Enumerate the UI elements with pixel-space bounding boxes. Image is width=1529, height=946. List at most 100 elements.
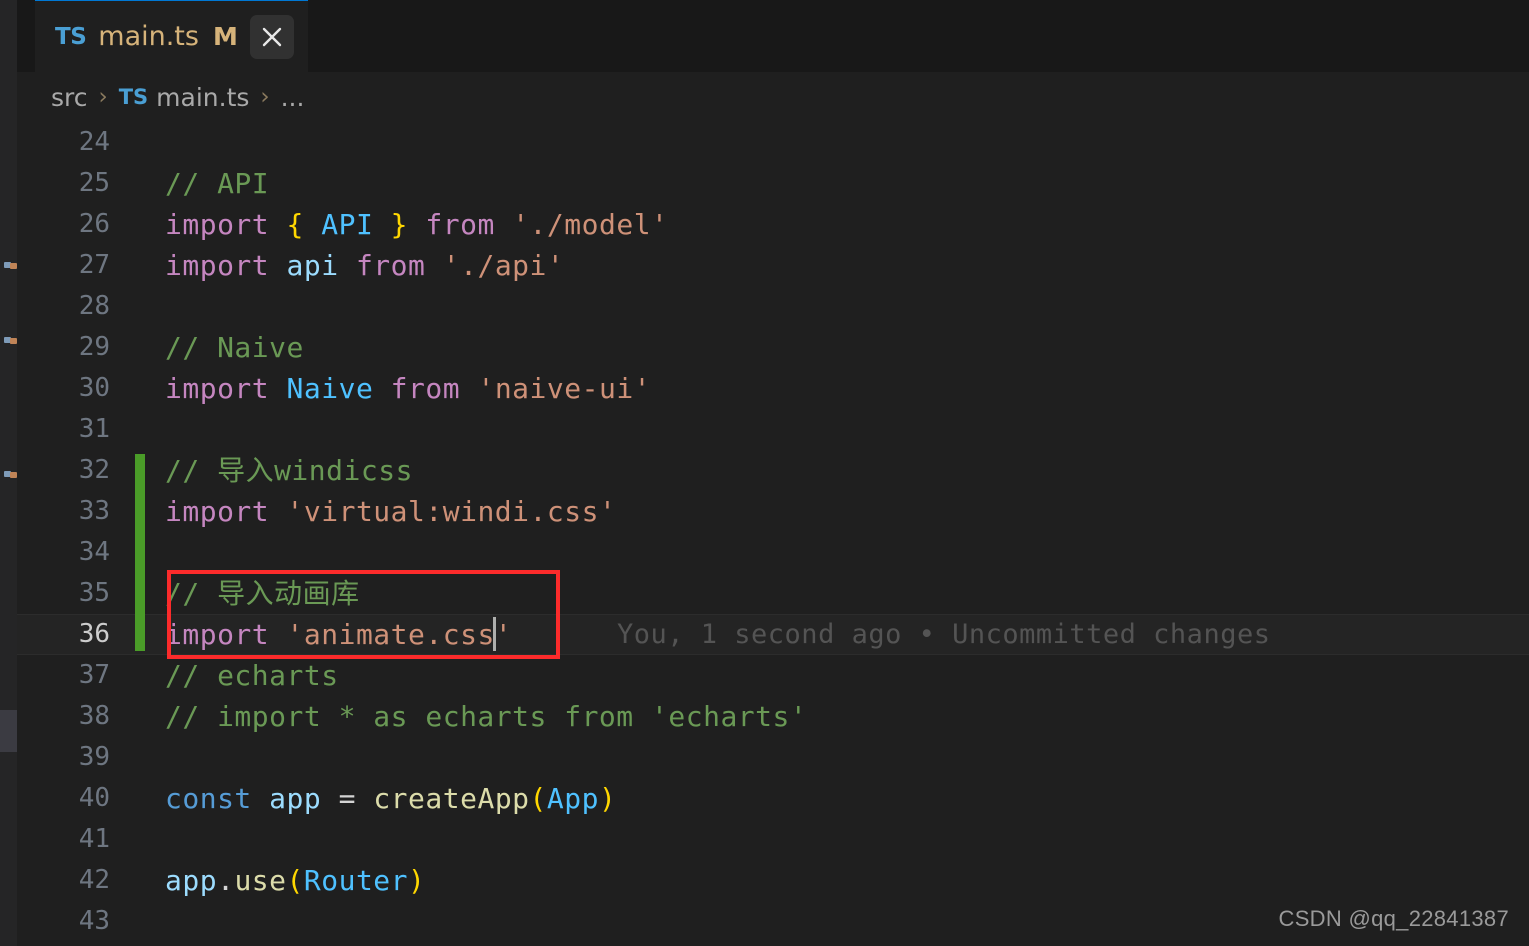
code-line[interactable]: 42 app.use(Router) bbox=[17, 860, 1529, 901]
line-number: 26 bbox=[78, 209, 110, 239]
code-line[interactable]: 26 import { API } from './model' bbox=[17, 204, 1529, 245]
line-number: 32 bbox=[78, 455, 110, 485]
code-line-text: // Naive bbox=[165, 327, 304, 368]
code-token: API bbox=[321, 208, 374, 241]
code-line-text: import { API } from './model' bbox=[165, 204, 668, 245]
vertical-scrollbar-thumb[interactable] bbox=[0, 710, 17, 752]
code-token: ( bbox=[529, 782, 547, 815]
tab-title: main.ts bbox=[98, 21, 199, 52]
code-token: 'virtual:windi.css' bbox=[286, 495, 617, 528]
code-token: Router bbox=[303, 864, 409, 897]
code-line[interactable]: 34 bbox=[17, 532, 1529, 573]
code-line-text: import 'animate.css' bbox=[165, 614, 512, 655]
vscode-window: TS main.ts M src › TS main.ts › ... 24 25… bbox=[0, 0, 1529, 946]
code-line[interactable]: 36 import 'animate.css' You, 1 second ago … bbox=[17, 614, 1529, 655]
code-token: from bbox=[373, 372, 478, 405]
code-line[interactable]: 33 import 'virtual:windi.css' bbox=[17, 491, 1529, 532]
code-token: api bbox=[286, 249, 339, 282]
line-number: 28 bbox=[78, 291, 110, 321]
tab-modified-badge: M bbox=[212, 22, 238, 51]
typescript-file-icon: TS bbox=[55, 23, 87, 50]
code-lines[interactable]: 24 25 // API 26 import { API } from './model… bbox=[17, 122, 1529, 942]
code-token: app bbox=[269, 782, 322, 815]
breadcrumb-item-symbol[interactable]: ... bbox=[281, 83, 305, 112]
minimap-marker bbox=[10, 472, 17, 478]
code-line[interactable]: 38 // import * as echarts from 'echarts' bbox=[17, 696, 1529, 737]
code-token: // 导入windicss bbox=[165, 454, 413, 487]
chevron-right-icon: › bbox=[98, 84, 108, 110]
code-line-text: import Naive from 'naive-ui' bbox=[165, 368, 651, 409]
code-token: ) bbox=[408, 864, 426, 897]
code-token: createApp bbox=[373, 782, 530, 815]
editor-tab-bar: TS main.ts M bbox=[17, 0, 1529, 73]
editor-scrollbar-strip[interactable] bbox=[0, 0, 17, 946]
tab-main-ts[interactable]: TS main.ts M bbox=[35, 0, 308, 72]
breadcrumb: src › TS main.ts › ... bbox=[17, 72, 1529, 122]
line-number: 41 bbox=[78, 824, 110, 854]
code-token: // echarts bbox=[165, 659, 339, 692]
code-token: // API bbox=[165, 167, 270, 200]
line-number: 39 bbox=[78, 742, 110, 772]
line-number: 30 bbox=[78, 373, 110, 403]
code-token: from bbox=[408, 208, 513, 241]
code-line[interactable]: 28 bbox=[17, 286, 1529, 327]
code-line-text: // 导入windicss bbox=[165, 450, 413, 491]
code-editor[interactable]: 24 25 // API 26 import { API } from './model… bbox=[17, 122, 1529, 946]
code-token: ' bbox=[494, 618, 513, 651]
code-token: ( bbox=[286, 864, 304, 897]
code-token: 'animate.css bbox=[286, 618, 495, 651]
breadcrumb-item-folder[interactable]: src bbox=[51, 83, 88, 112]
minimap-marker bbox=[10, 338, 17, 344]
code-line[interactable]: 27 import api from './api' bbox=[17, 245, 1529, 286]
code-token: = bbox=[321, 782, 374, 815]
line-number: 27 bbox=[78, 250, 110, 280]
typescript-file-icon: TS bbox=[118, 85, 149, 109]
line-number: 36 bbox=[78, 619, 110, 649]
code-line[interactable]: 25 // API bbox=[17, 163, 1529, 204]
code-line[interactable]: 37 // echarts bbox=[17, 655, 1529, 696]
code-token: App bbox=[546, 782, 599, 815]
line-number: 33 bbox=[78, 496, 110, 526]
code-token: 'naive-ui' bbox=[477, 372, 652, 405]
code-token: { bbox=[286, 208, 322, 241]
code-token: ) bbox=[598, 782, 617, 815]
watermark: CSDN @qq_22841387 bbox=[1278, 906, 1509, 931]
line-number: 42 bbox=[78, 865, 110, 895]
breadcrumb-item-file[interactable]: main.ts bbox=[156, 83, 249, 112]
code-token: import bbox=[165, 618, 287, 651]
code-token: } bbox=[373, 208, 409, 241]
code-line[interactable]: 40 const app = createApp(App) bbox=[17, 778, 1529, 819]
git-blame-annotation[interactable]: You, 1 second ago • Uncommitted changes bbox=[617, 614, 1270, 655]
code-token: const bbox=[165, 782, 270, 815]
chevron-right-icon: › bbox=[260, 84, 270, 110]
code-line[interactable]: 39 bbox=[17, 737, 1529, 778]
code-line[interactable]: 29 // Naive bbox=[17, 327, 1529, 368]
line-number: 35 bbox=[78, 578, 110, 608]
code-line-text: // 导入动画库 bbox=[165, 573, 360, 614]
line-number: 43 bbox=[78, 906, 110, 936]
close-icon[interactable] bbox=[249, 14, 294, 59]
code-line-text: const app = createApp(App) bbox=[165, 778, 616, 819]
git-added-gutter-marker bbox=[135, 454, 145, 651]
line-number: 38 bbox=[78, 701, 110, 731]
line-number: 40 bbox=[78, 783, 110, 813]
code-line-text: import api from './api' bbox=[165, 245, 564, 286]
code-line[interactable]: 24 bbox=[17, 122, 1529, 163]
code-line[interactable]: 35 // 导入动画库 bbox=[17, 573, 1529, 614]
code-line[interactable]: 30 import Naive from 'naive-ui' bbox=[17, 368, 1529, 409]
code-token: Naive bbox=[286, 372, 374, 405]
code-line[interactable]: 41 bbox=[17, 819, 1529, 860]
code-line[interactable]: 31 bbox=[17, 409, 1529, 450]
code-token: // import * as echarts from 'echarts' bbox=[165, 700, 808, 733]
code-token: // 导入动画库 bbox=[165, 577, 360, 610]
line-number: 25 bbox=[78, 168, 110, 198]
code-line-text: import 'virtual:windi.css' bbox=[165, 491, 616, 532]
code-token: './api' bbox=[442, 249, 565, 282]
line-number: 37 bbox=[78, 660, 110, 690]
code-line-text: // echarts bbox=[165, 655, 339, 696]
line-number: 31 bbox=[78, 414, 110, 444]
code-token: import bbox=[165, 208, 287, 241]
code-line-text: app.use(Router) bbox=[165, 860, 425, 901]
line-number: 29 bbox=[78, 332, 110, 362]
code-line[interactable]: 32 // 导入windicss bbox=[17, 450, 1529, 491]
